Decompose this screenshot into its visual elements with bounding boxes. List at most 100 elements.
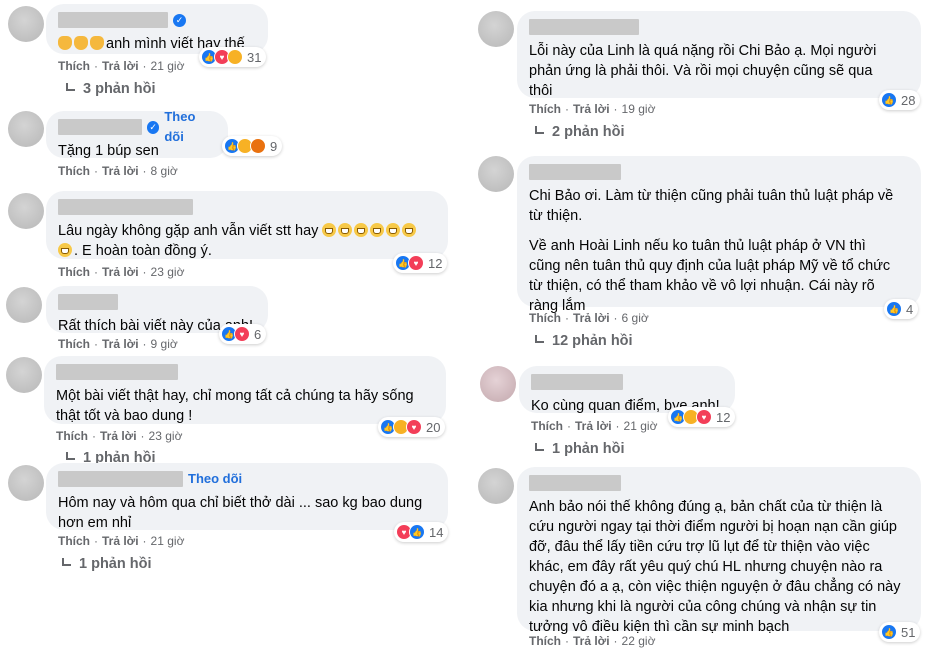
- separator: ·: [613, 311, 618, 325]
- timestamp[interactable]: 23 giờ: [149, 429, 183, 443]
- view-replies-link[interactable]: 1 phản hồi: [535, 441, 625, 457]
- view-replies-link[interactable]: 3 phản hồi: [66, 81, 156, 97]
- avatar[interactable]: [478, 156, 514, 192]
- reaction-summary[interactable]: 👍 4: [884, 299, 919, 319]
- avatar[interactable]: [8, 111, 44, 147]
- avatar[interactable]: [6, 287, 42, 323]
- reply-button[interactable]: Trả lời: [102, 337, 139, 351]
- avatar[interactable]: [8, 465, 44, 501]
- like-button[interactable]: Thích: [529, 102, 561, 116]
- timestamp[interactable]: 8 giờ: [151, 164, 178, 178]
- reaction-summary[interactable]: 👍 ♥ 20: [378, 417, 446, 437]
- grinning-emoji-icon: [402, 223, 417, 237]
- clapping-hands-emoji-icon: [58, 36, 72, 50]
- like-reaction-icon: 👍: [881, 624, 897, 640]
- timestamp[interactable]: 23 giờ: [151, 265, 185, 279]
- avatar[interactable]: [8, 193, 44, 229]
- view-replies-label[interactable]: 1 phản hồi: [79, 556, 152, 572]
- comment-actions: Thích · Trả lời · 6 giờ: [529, 311, 649, 325]
- avatar[interactable]: [480, 366, 516, 402]
- view-replies-link[interactable]: 2 phản hồi: [535, 124, 625, 140]
- comment-text-content: . E hoàn toàn đồng ý.: [74, 243, 212, 259]
- timestamp[interactable]: 19 giờ: [622, 102, 656, 116]
- reaction-count: 4: [906, 301, 914, 317]
- commenter-name-redacted[interactable]: [529, 19, 639, 35]
- commenter-name-redacted[interactable]: [56, 364, 178, 380]
- comment-bubble: Ko cùng quan điểm, bye anh!: [519, 366, 735, 414]
- love-reaction-icon: ♥: [406, 419, 422, 435]
- reply-button[interactable]: Trả lời: [573, 634, 610, 648]
- commenter-name-redacted[interactable]: [58, 119, 142, 135]
- view-replies-label[interactable]: 12 phản hồi: [552, 333, 633, 349]
- like-button[interactable]: Thích: [531, 419, 563, 433]
- view-replies-link[interactable]: 12 phản hồi: [535, 333, 633, 349]
- grinning-emoji-icon: [322, 223, 337, 237]
- timestamp[interactable]: 6 giờ: [622, 311, 649, 325]
- love-reaction-icon: ♥: [696, 409, 712, 425]
- reply-button[interactable]: Trả lời: [100, 429, 137, 443]
- like-button[interactable]: Thích: [58, 265, 90, 279]
- timestamp[interactable]: 21 giờ: [624, 419, 658, 433]
- reply-button[interactable]: Trả lời: [102, 534, 139, 548]
- commenter-name-redacted[interactable]: [58, 471, 183, 487]
- like-reaction-icon: 👍: [409, 524, 425, 540]
- like-button[interactable]: Thích: [58, 534, 90, 548]
- separator: ·: [94, 164, 98, 178]
- timestamp[interactable]: 21 giờ: [151, 534, 185, 548]
- avatar[interactable]: [478, 468, 514, 504]
- commenter-name-redacted[interactable]: [529, 475, 621, 491]
- separator: ·: [142, 265, 147, 279]
- avatar[interactable]: [478, 11, 514, 47]
- comment-bubble: Một bài viết thật hay, chỉ mong tất cả c…: [44, 356, 446, 424]
- grinning-emoji-icon: [338, 223, 353, 237]
- like-button[interactable]: Thích: [58, 59, 90, 73]
- like-button[interactable]: Thích: [56, 429, 88, 443]
- reaction-count: 31: [247, 49, 262, 65]
- reaction-summary[interactable]: 👍 ♥ 12: [393, 253, 448, 273]
- reply-button[interactable]: Trả lời: [573, 311, 610, 325]
- like-button[interactable]: Thích: [58, 164, 90, 178]
- timestamp[interactable]: 9 giờ: [151, 337, 178, 351]
- angry-reaction-icon: [250, 138, 266, 154]
- commenter-name-redacted[interactable]: [58, 199, 193, 215]
- commenter-name-redacted[interactable]: [58, 12, 168, 28]
- view-replies-label[interactable]: 1 phản hồi: [552, 441, 625, 457]
- view-replies-label[interactable]: 3 phản hồi: [83, 81, 156, 97]
- comment-text: Chi Bảo ơi. Làm từ thiện cũng phải tuân …: [529, 188, 894, 224]
- verified-badge-icon: ✓: [173, 13, 186, 27]
- follow-button[interactable]: Theo dõi: [188, 469, 242, 489]
- avatar[interactable]: [6, 357, 42, 393]
- reaction-summary[interactable]: 👍 9: [222, 136, 283, 156]
- reaction-summary[interactable]: 👍 ♥ 6: [219, 324, 267, 344]
- comment-text: Anh bảo nói thế không đúng ạ, bản chất c…: [529, 499, 901, 635]
- grinning-emoji-icon: [370, 223, 385, 237]
- comment-text: Lâu ngày không gặp anh vẫn viết stt hay …: [58, 221, 436, 261]
- timestamp[interactable]: 22 giờ: [622, 634, 656, 648]
- reply-button[interactable]: Trả lời: [102, 265, 139, 279]
- reaction-summary[interactable]: 👍 ♥ 31: [199, 47, 267, 67]
- separator: ·: [142, 164, 147, 178]
- like-button[interactable]: Thích: [58, 337, 90, 351]
- separator: ·: [94, 534, 98, 548]
- timestamp[interactable]: 21 giờ: [151, 59, 185, 73]
- like-button[interactable]: Thích: [529, 311, 561, 325]
- reply-button[interactable]: Trả lời: [102, 164, 139, 178]
- like-reaction-icon: 👍: [886, 301, 902, 317]
- reaction-summary[interactable]: 👍 28: [879, 90, 921, 110]
- separator: ·: [142, 59, 147, 73]
- view-replies-link[interactable]: 1 phản hồi: [62, 556, 152, 572]
- view-replies-label[interactable]: 2 phản hồi: [552, 124, 625, 140]
- reaction-summary[interactable]: ♥ 👍 14: [394, 522, 449, 542]
- avatar[interactable]: [8, 6, 44, 42]
- commenter-name-redacted[interactable]: [529, 164, 621, 180]
- commenter-name-redacted[interactable]: [531, 374, 623, 390]
- like-button[interactable]: Thích: [529, 634, 561, 648]
- commenter-name-redacted[interactable]: [58, 294, 118, 310]
- reaction-summary[interactable]: 👍 ♥ 12: [668, 407, 736, 427]
- reaction-summary[interactable]: 👍 51: [879, 622, 921, 642]
- comment-actions: Thích · Trả lời · 21 giờ: [58, 534, 184, 548]
- reply-button[interactable]: Trả lời: [102, 59, 139, 73]
- follow-button[interactable]: Theo dõi: [164, 107, 216, 147]
- reply-button[interactable]: Trả lời: [573, 102, 610, 116]
- reply-button[interactable]: Trả lời: [575, 419, 612, 433]
